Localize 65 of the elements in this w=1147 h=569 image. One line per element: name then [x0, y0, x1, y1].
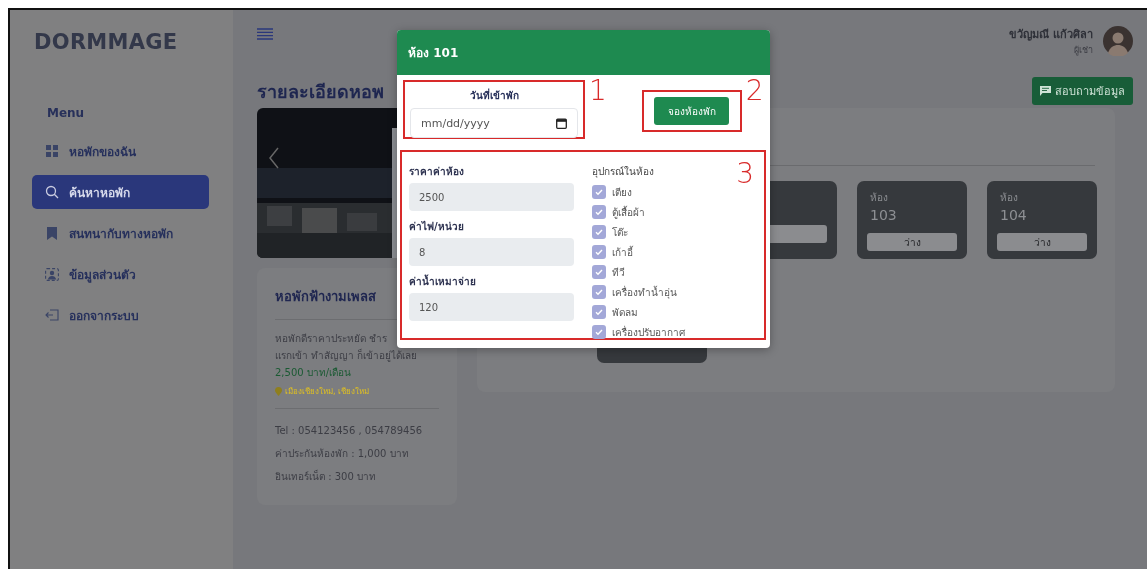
checkbox[interactable]	[592, 325, 606, 339]
sidebar-item[interactable]: สนทนากับทางหอพัก	[32, 216, 209, 250]
dorm-location: เมืองเชียงใหม่, เชียงใหม่	[285, 386, 370, 398]
field-label: ค่าไฟ/หน่วย	[409, 219, 465, 234]
user-name: ขวัญมณี แก้วศิลา	[1009, 27, 1093, 43]
dorm-detail: ค่าประกันห้องพัก : 1,000 บาท	[275, 447, 410, 461]
dorm-description: หอพักดีราคาประหยัด ชำร	[275, 332, 389, 346]
room-number: 103	[870, 207, 898, 225]
page-title: รายละเอียดหอพ	[257, 79, 384, 104]
checkbox[interactable]	[592, 185, 606, 199]
room-status-button[interactable]: ว่าง	[867, 233, 957, 251]
chat-icon	[1040, 86, 1051, 96]
annotation-number: 2	[745, 77, 764, 105]
room-number: 104	[1000, 207, 1028, 225]
sidebar-item[interactable]: ออกจากระบบ	[32, 298, 209, 332]
sidebar-item[interactable]: หอพักของฉัน	[32, 134, 209, 168]
room-status-button[interactable]: ว่าง	[997, 233, 1087, 251]
room-card[interactable]: ห้อง 104 ว่าง	[987, 181, 1097, 259]
amenities-title: อุปกรณ์ในห้อง	[592, 165, 655, 179]
inquiry-button[interactable]: สอบถามข้อมูล	[1032, 77, 1133, 105]
room-label: ห้อง	[1000, 191, 1019, 205]
date-label: วันที่เข้าพัก	[469, 88, 519, 103]
checkbox-label: เครื่องทำน้ำอุ่น	[612, 284, 677, 300]
checkbox[interactable]	[592, 225, 606, 239]
brand-logo: DORMMAGE	[34, 30, 179, 54]
checkbox[interactable]	[592, 205, 606, 219]
book-room-button[interactable]: จองห้องพัก	[654, 97, 730, 125]
menu-heading: Menu	[47, 106, 86, 120]
field-label: ค่าน้ำเหมาจ่าย	[409, 274, 477, 289]
dialog-title: ห้อง 101	[408, 45, 459, 62]
menu-icon[interactable]	[257, 28, 273, 40]
checkbox[interactable]	[592, 265, 606, 279]
checkbox-label: เตียง	[612, 185, 632, 200]
search-icon	[45, 185, 59, 199]
bookmark-icon	[47, 226, 57, 240]
dorm-detail: Tel : 054123456 , 054789456	[275, 424, 424, 438]
field-label: ราคาค่าห้อง	[409, 165, 465, 179]
dorm-description: แรกเข้า ทำสัญญา ก็เข้าอยู่ได้เลย	[275, 347, 419, 364]
checkbox-label: ตู้เสื้อผ้า	[612, 204, 645, 220]
checkbox[interactable]	[592, 245, 606, 259]
checkbox-label: ทีวี	[612, 265, 625, 280]
room-label: ห้อง	[870, 191, 889, 205]
input-field[interactable]: 2500	[409, 183, 574, 211]
dorm-price: 2,500 บาท/เดือน	[275, 366, 353, 380]
annotation-number: 1	[589, 77, 607, 105]
calendar-icon[interactable]	[556, 118, 567, 129]
grid-icon	[46, 145, 58, 157]
input-field[interactable]: 8	[409, 238, 574, 266]
exit-icon	[45, 309, 59, 321]
checkbox-label: เครื่องปรับอากาศ	[612, 324, 685, 340]
avatar[interactable]	[1103, 26, 1133, 56]
dorm-detail: อินเทอร์เน็ต : 300 บาท	[275, 468, 377, 484]
checkbox[interactable]	[592, 285, 606, 299]
sidebar-item[interactable]: ค้นหาหอพัก	[32, 175, 209, 209]
date-field[interactable]: mm/dd/yyyy	[410, 108, 578, 138]
checkbox[interactable]	[592, 305, 606, 319]
input-field[interactable]: 120	[409, 293, 574, 321]
checkbox-label: โต๊ะ	[612, 225, 628, 240]
location-pin-icon	[275, 387, 282, 396]
sidebar-item[interactable]: ข้อมูลส่วนตัว	[32, 257, 209, 291]
checkbox-label: เก้าอี้	[612, 244, 633, 260]
room-card[interactable]: ห้อง 103 ว่าง	[857, 181, 967, 259]
annotation-number: 3	[736, 160, 754, 192]
user-card-icon	[45, 267, 59, 281]
checkbox-label: พัดลม	[612, 305, 638, 320]
